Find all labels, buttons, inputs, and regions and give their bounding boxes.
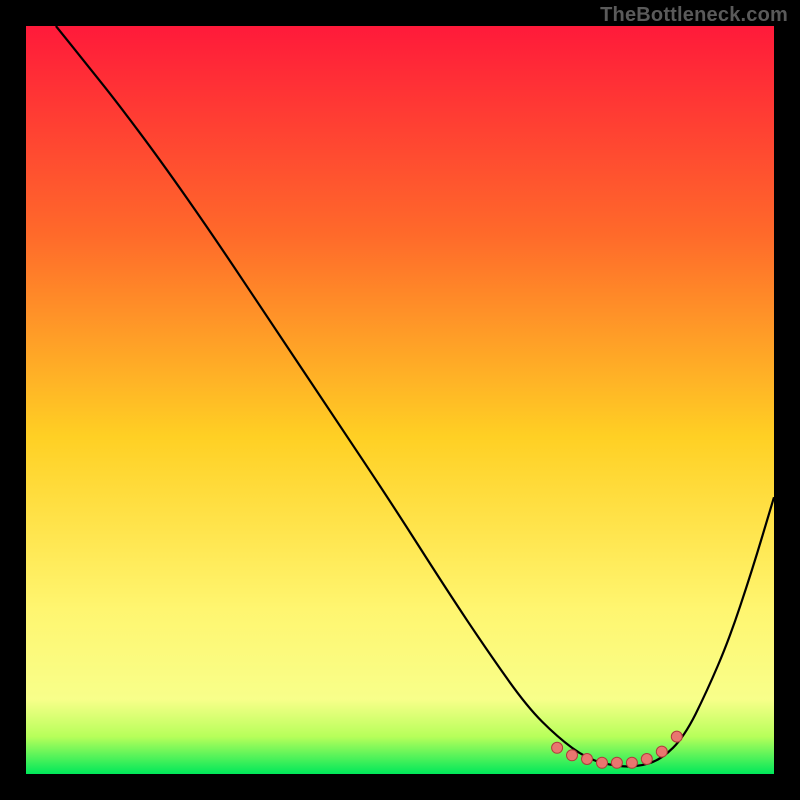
chart-svg bbox=[26, 26, 774, 774]
flat-region-marker bbox=[656, 746, 667, 757]
flat-region-marker bbox=[626, 757, 637, 768]
chart-frame: TheBottleneck.com bbox=[0, 0, 800, 800]
plot-area bbox=[26, 26, 774, 774]
flat-region-marker bbox=[641, 754, 652, 765]
flat-region-marker bbox=[582, 754, 593, 765]
flat-region-marker bbox=[567, 750, 578, 761]
flat-region-marker bbox=[552, 742, 563, 753]
flat-region-marker bbox=[611, 757, 622, 768]
flat-region-marker bbox=[597, 757, 608, 768]
flat-region-marker bbox=[671, 731, 682, 742]
gradient-background bbox=[26, 26, 774, 774]
watermark-text: TheBottleneck.com bbox=[600, 4, 788, 27]
